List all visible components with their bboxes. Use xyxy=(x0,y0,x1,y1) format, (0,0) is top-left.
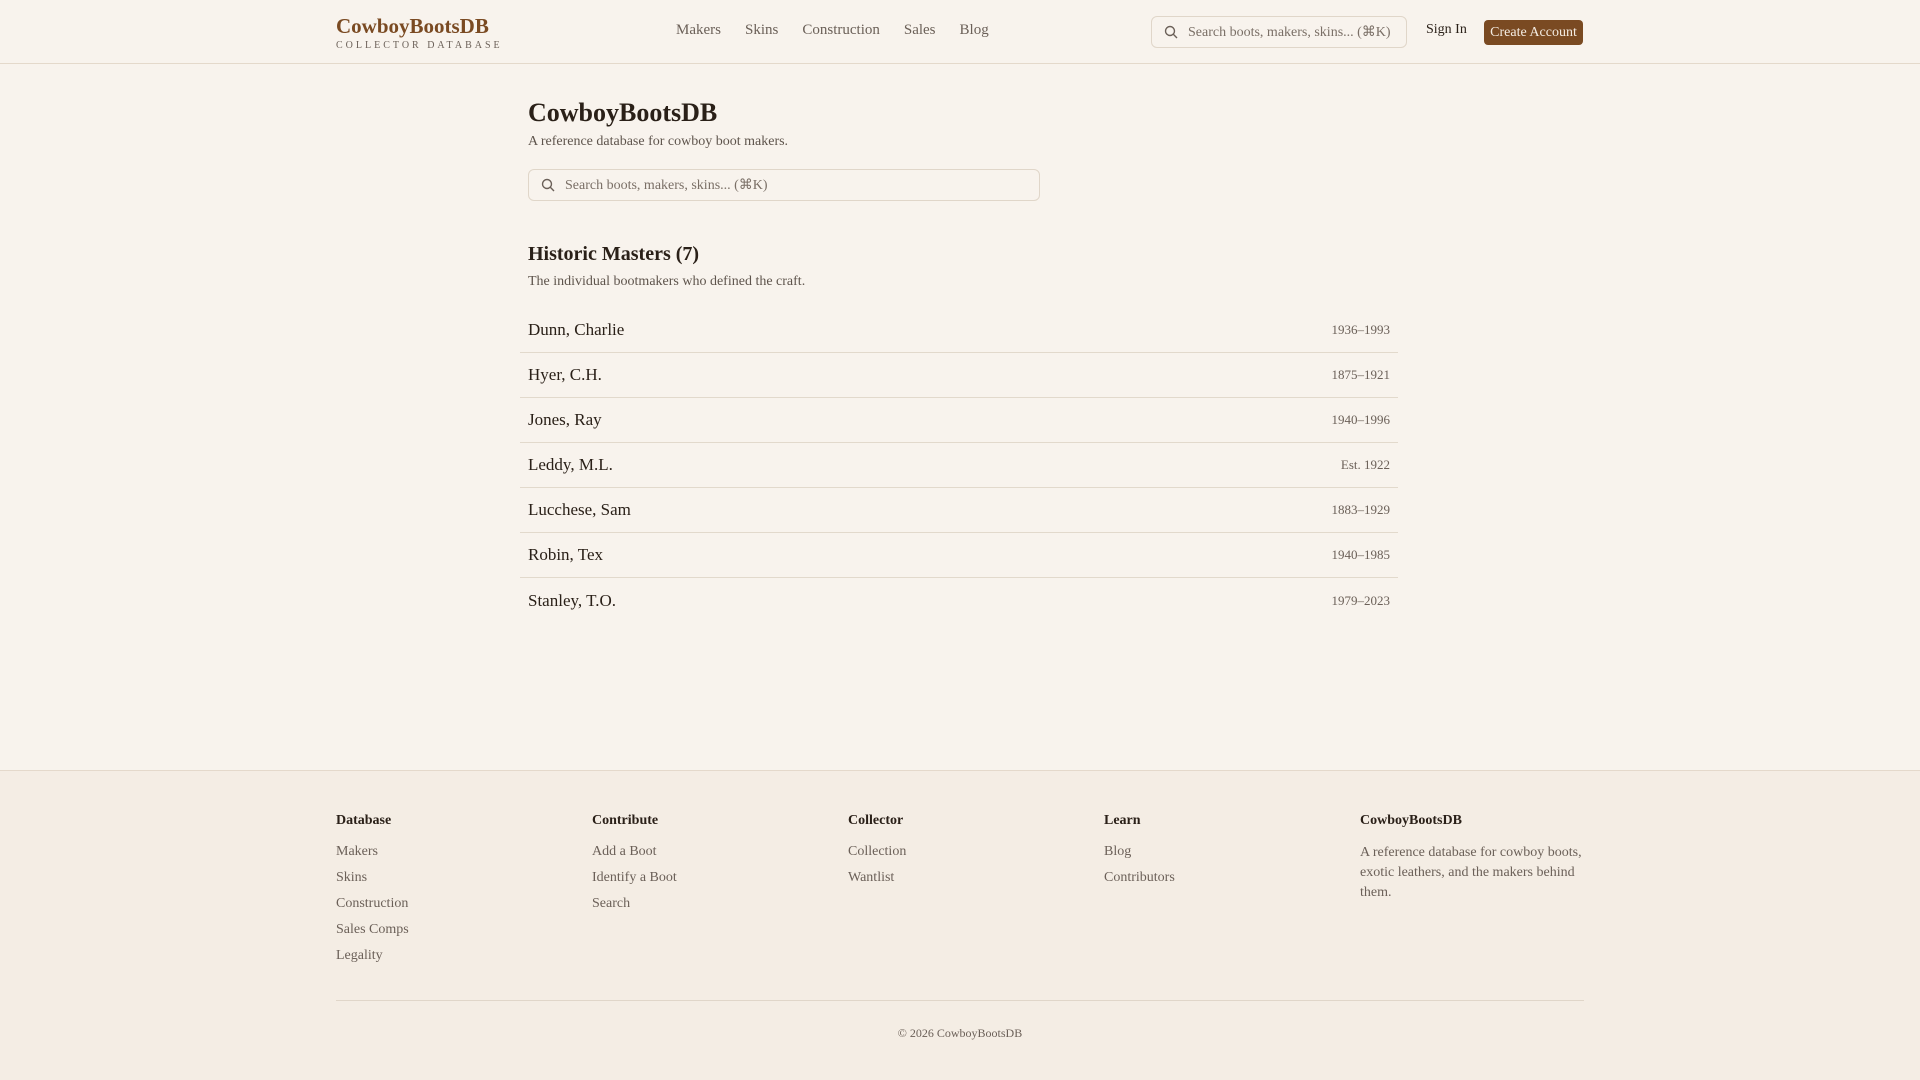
site-header: CowboyBootsDB COLLECTOR DATABASE Makers … xyxy=(0,0,1920,64)
maker-row[interactable]: Leddy, M.L. Est. 1922 xyxy=(520,443,1398,488)
footer-column-title: Database xyxy=(336,813,392,828)
footer-link-sales-comps[interactable]: Sales Comps xyxy=(336,917,409,943)
header-search-input[interactable]: Search boots, makers, skins... (⌘K) xyxy=(1151,16,1407,48)
footer-link-construction[interactable]: Construction xyxy=(336,891,409,917)
maker-dates: 1940–1996 xyxy=(1331,412,1391,427)
maker-name: Jones, Ray xyxy=(528,410,602,429)
nav-blog[interactable]: Blog xyxy=(960,22,989,39)
main-nav: Makers Skins Construction Sales Blog xyxy=(676,22,989,39)
footer-link-search[interactable]: Search xyxy=(592,891,677,917)
maker-row[interactable]: Hyer, C.H. 1875–1921 xyxy=(520,353,1398,398)
maker-dates: 1936–1993 xyxy=(1331,322,1391,337)
maker-row[interactable]: Lucchese, Sam 1883–1929 xyxy=(520,488,1398,533)
create-account-button[interactable]: Create Account xyxy=(1484,20,1583,45)
maker-name: Leddy, M.L. xyxy=(528,455,613,474)
main-search-input[interactable]: Search boots, makers, skins... (⌘K) xyxy=(528,169,1040,201)
footer-about-text: A reference database for cowboy boots, e… xyxy=(1360,845,1582,900)
maker-row[interactable]: Stanley, T.O. 1979–2023 xyxy=(520,578,1398,623)
copyright: © 2026 CowboyBootsDB xyxy=(897,1026,1023,1040)
nav-skins[interactable]: Skins xyxy=(745,22,778,39)
maker-dates: 1940–1985 xyxy=(1331,547,1391,562)
maker-dates: 1979–2023 xyxy=(1331,592,1391,608)
maker-row[interactable]: Jones, Ray 1940–1996 xyxy=(520,398,1398,443)
logo-tagline: COLLECTOR DATABASE xyxy=(336,40,503,51)
maker-name: Robin, Tex xyxy=(528,545,603,564)
footer-column-title: Learn xyxy=(1104,813,1141,828)
footer-link-legality[interactable]: Legality xyxy=(336,943,409,969)
site-footer: Database Makers Skins Construction Sales… xyxy=(0,770,1920,1080)
footer-link-makers[interactable]: Makers xyxy=(336,839,409,865)
maker-dates: 1883–1929 xyxy=(1331,502,1391,517)
maker-name: Dunn, Charlie xyxy=(528,320,625,339)
footer-link-identify-boot[interactable]: Identify a Boot xyxy=(592,865,677,891)
footer-column-title: Collector xyxy=(848,813,904,828)
footer-column-contribute: Contribute Add a Boot Identify a Boot Se… xyxy=(592,813,677,917)
footer-link-wantlist[interactable]: Wantlist xyxy=(848,865,906,891)
search-icon xyxy=(541,178,555,192)
footer-link-add-boot[interactable]: Add a Boot xyxy=(592,839,677,865)
maker-dates: Est. 1922 xyxy=(1340,457,1390,472)
footer-link-collection[interactable]: Collection xyxy=(848,839,906,865)
footer-column-title: Contribute xyxy=(592,813,659,828)
section-description: The individual bootmakers who defined th… xyxy=(528,274,806,289)
search-placeholder: Search boots, makers, skins... (⌘K) xyxy=(565,177,768,193)
logo-title: CowboyBootsDB xyxy=(336,14,489,38)
footer-column-collector: Collector Collection Wantlist xyxy=(848,813,906,891)
footer-about-title: CowboyBootsDB xyxy=(1360,813,1462,828)
page-subtitle: A reference database for cowboy boot mak… xyxy=(528,134,789,149)
footer-column-database: Database Makers Skins Construction Sales… xyxy=(336,813,409,969)
footer-column-learn: Learn Blog Contributors xyxy=(1104,813,1175,891)
nav-construction[interactable]: Construction xyxy=(802,22,880,39)
maker-dates: 1875–1921 xyxy=(1331,367,1391,382)
maker-name: Stanley, T.O. xyxy=(528,590,616,610)
maker-name: Lucchese, Sam xyxy=(528,500,631,519)
footer-link-blog[interactable]: Blog xyxy=(1104,839,1175,865)
sign-in-link[interactable]: Sign In xyxy=(1426,22,1467,38)
footer-divider xyxy=(336,1000,1584,1001)
maker-row[interactable]: Dunn, Charlie 1936–1993 xyxy=(520,308,1398,353)
page-title: CowboyBootsDB xyxy=(528,98,718,127)
maker-row[interactable]: Robin, Tex 1940–1985 xyxy=(520,533,1398,578)
search-placeholder: Search boots, makers, skins... (⌘K) xyxy=(1188,24,1391,40)
makers-list: Dunn, Charlie 1936–1993 Hyer, C.H. 1875–19… xyxy=(520,308,1398,623)
maker-name: Hyer, C.H. xyxy=(528,365,602,384)
search-icon xyxy=(1164,25,1178,39)
footer-link-contributors[interactable]: Contributors xyxy=(1104,865,1175,891)
footer-link-skins[interactable]: Skins xyxy=(336,865,409,891)
logo-link[interactable]: CowboyBootsDB COLLECTOR DATABASE xyxy=(336,14,503,51)
nav-sales[interactable]: Sales xyxy=(904,22,936,39)
nav-makers[interactable]: Makers xyxy=(676,22,721,39)
footer-about: CowboyBootsDB A reference database for c… xyxy=(1360,813,1588,903)
section-heading: Historic Masters (7) xyxy=(528,243,700,265)
